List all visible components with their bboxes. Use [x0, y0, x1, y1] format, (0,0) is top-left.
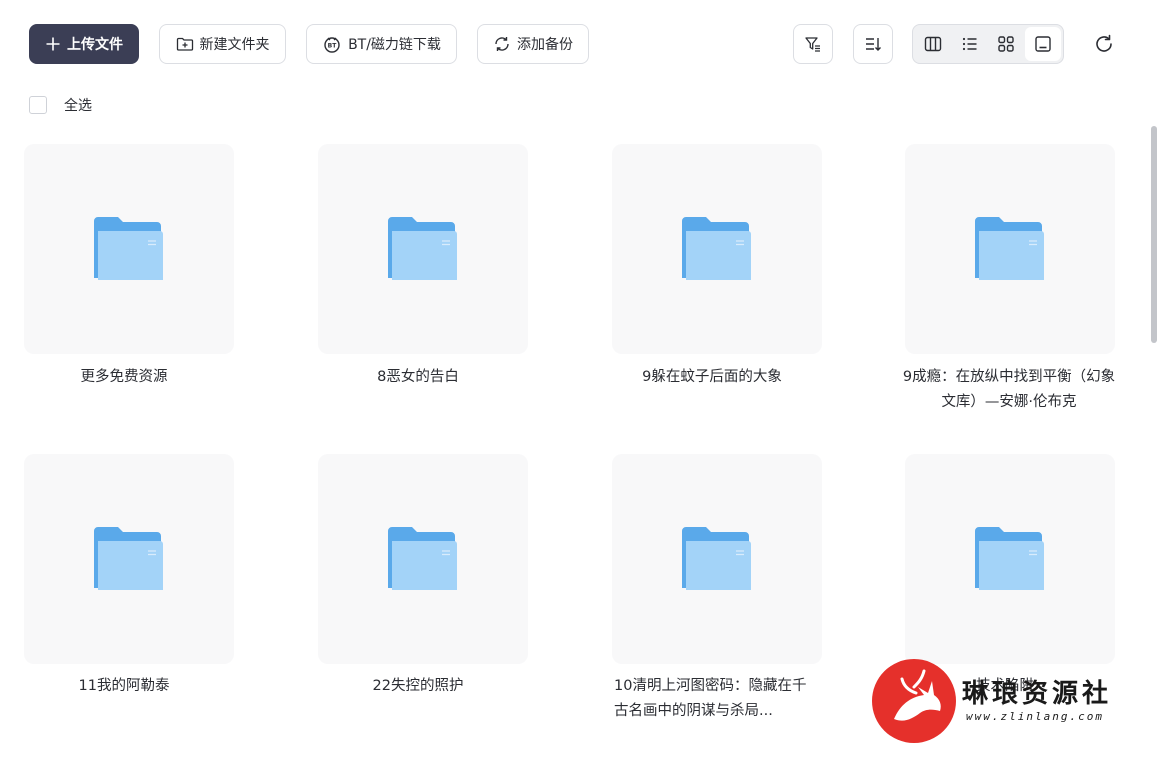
- watermark: 琳琅资源社 www.zlinlang.com: [870, 655, 1140, 750]
- file-card[interactable]: [318, 454, 528, 664]
- bt-download-label: BT/磁力链下载: [348, 37, 441, 53]
- folder-icon: [388, 527, 457, 590]
- select-all-label: 全选: [64, 98, 92, 114]
- sync-icon: [495, 37, 509, 51]
- toolbar: 上传文件 新建文件夹 BT BT/磁力链下载 添加备份: [0, 0, 1159, 88]
- file-card[interactable]: [612, 144, 822, 354]
- select-all-row: 全选: [29, 95, 92, 115]
- add-backup-label: 添加备份: [517, 37, 573, 53]
- file-card[interactable]: [905, 454, 1115, 664]
- view-mode-group: [912, 24, 1064, 64]
- list-icon: [962, 37, 977, 51]
- preview-view-button[interactable]: [1024, 27, 1061, 61]
- folder-icon: [94, 527, 163, 590]
- bt-icon: BT: [324, 37, 340, 53]
- folder-plus-icon: [176, 37, 193, 51]
- upload-button[interactable]: 上传文件: [29, 24, 139, 64]
- plus-icon: [46, 37, 60, 51]
- deer-icon: [894, 669, 941, 721]
- select-all-checkbox[interactable]: [29, 96, 47, 114]
- file-name[interactable]: 22失控的照护: [303, 674, 533, 699]
- scrollbar-thumb[interactable]: [1151, 126, 1157, 343]
- file-card[interactable]: [24, 144, 234, 354]
- file-name[interactable]: 11我的阿勒泰: [9, 674, 239, 699]
- grid-icon: [998, 36, 1014, 52]
- add-backup-button[interactable]: 添加备份: [477, 24, 589, 64]
- watermark-url: www.zlinlang.com: [966, 710, 1104, 723]
- file-name[interactable]: 8恶女的告白: [303, 365, 533, 390]
- file-name[interactable]: 9躲在蚊子后面的大象: [597, 365, 827, 390]
- filter-button[interactable]: [793, 24, 833, 64]
- file-card[interactable]: [612, 454, 822, 664]
- file-card[interactable]: [318, 144, 528, 354]
- grid-view-button[interactable]: [988, 27, 1025, 61]
- new-folder-label: 新建文件夹: [199, 37, 270, 53]
- file-card[interactable]: [905, 144, 1115, 354]
- folder-icon: [388, 217, 457, 280]
- refresh-button[interactable]: [1091, 31, 1117, 57]
- filter-icon: [805, 37, 820, 52]
- preview-icon: [1035, 36, 1051, 52]
- file-card[interactable]: [24, 454, 234, 664]
- svg-text:BT: BT: [328, 43, 338, 50]
- list-view-button[interactable]: [952, 27, 989, 61]
- folder-icon: [682, 527, 751, 590]
- new-folder-button[interactable]: 新建文件夹: [159, 24, 286, 64]
- bt-download-button[interactable]: BT BT/磁力链下载: [306, 24, 457, 64]
- folder-icon: [975, 527, 1044, 590]
- folder-icon: [975, 217, 1044, 280]
- watermark-title: 琳琅资源社: [962, 679, 1113, 709]
- refresh-icon: [1096, 34, 1112, 52]
- sort-icon: [866, 38, 881, 51]
- file-name[interactable]: 更多免费资源: [9, 365, 239, 390]
- column-view-button[interactable]: [915, 27, 952, 61]
- watermark-logo: [872, 659, 956, 743]
- folder-icon: [94, 217, 163, 280]
- sort-button[interactable]: [853, 24, 893, 64]
- upload-label: 上传文件: [67, 37, 123, 53]
- folder-icon: [682, 217, 751, 280]
- file-name[interactable]: 9成瘾：在放纵中找到平衡（幻象文库）—安娜·伦布克: [898, 365, 1120, 415]
- file-name[interactable]: 10清明上河图密码：隐藏在千古名画中的阴谋与杀局...: [614, 674, 820, 724]
- columns-icon: [925, 36, 942, 52]
